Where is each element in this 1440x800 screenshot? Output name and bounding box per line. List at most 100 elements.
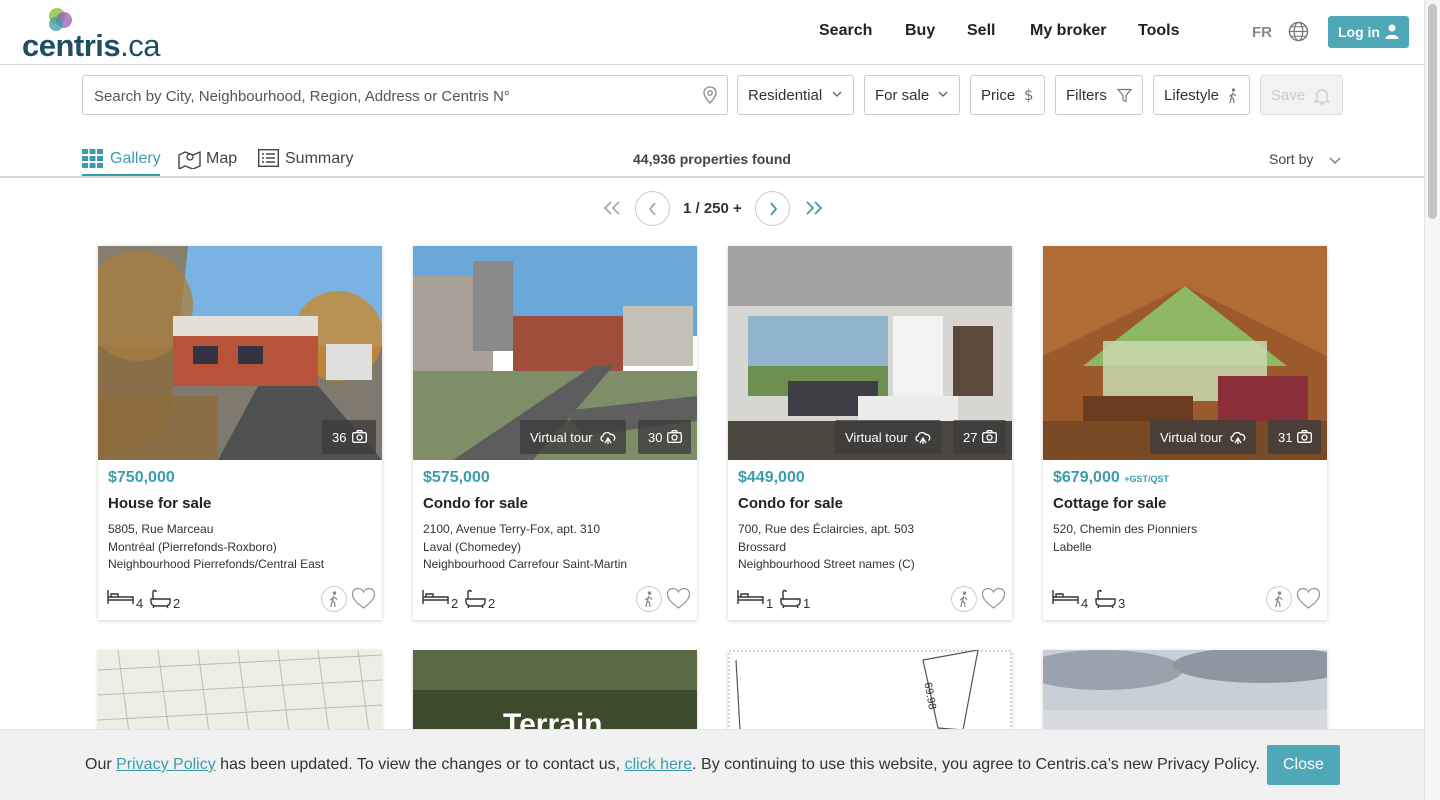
language-toggle[interactable]: FR <box>1252 24 1272 41</box>
bed-icon <box>422 590 449 604</box>
category-select[interactable]: Residential <box>737 75 854 115</box>
photo-count: 30 <box>648 430 663 445</box>
last-page-icon[interactable] <box>804 200 824 216</box>
bed-icon <box>107 590 134 604</box>
camera-icon <box>352 430 367 443</box>
tab-map[interactable]: Map <box>178 147 242 176</box>
svg-text:$: $ <box>1024 87 1034 103</box>
listing-address-line: 5805, Rue Marceau <box>108 522 214 536</box>
photo-count: 31 <box>1278 430 1293 445</box>
dollar-icon: $ <box>1024 87 1034 103</box>
walkability-button[interactable] <box>951 586 977 612</box>
photo-count-badge[interactable]: 30 <box>638 420 691 454</box>
nav-my-broker[interactable]: My broker <box>1030 22 1106 40</box>
listing-address-line: Neighbourhood Street names (C) <box>738 557 915 571</box>
privacy-banner: Our Privacy Policy has been updated. To … <box>0 729 1424 800</box>
nav-tools[interactable]: Tools <box>1138 22 1179 40</box>
close-banner-button[interactable]: Close <box>1267 745 1340 785</box>
map-icon <box>178 150 201 169</box>
listing-card[interactable]: 36 $750,000 House for sale 5805, Rue Mar… <box>98 246 382 620</box>
nav-sell[interactable]: Sell <box>967 22 995 40</box>
tab-map-label: Map <box>206 150 238 167</box>
heart-icon[interactable] <box>666 587 691 610</box>
cloud-tour-icon <box>915 431 931 444</box>
chevron-down-icon <box>832 91 842 97</box>
price-filter-button[interactable]: Price $ <box>970 75 1045 115</box>
first-page-icon[interactable] <box>602 200 622 216</box>
globe-icon[interactable] <box>1288 21 1309 42</box>
walker-icon <box>329 591 338 608</box>
listing-type: Condo for sale <box>423 495 529 512</box>
photo-count-badge[interactable]: 27 <box>953 420 1006 454</box>
lifestyle-label: Lifestyle <box>1164 87 1220 104</box>
virtual-tour-badge[interactable]: Virtual tour <box>835 420 941 454</box>
privacy-policy-link[interactable]: Privacy Policy <box>116 756 216 773</box>
listing-price: $679,000 +GST/QST <box>1053 469 1169 486</box>
heart-icon[interactable] <box>981 587 1006 610</box>
search-input[interactable]: Search by City, Neighbourhood, Region, A… <box>82 75 728 115</box>
gallery-grid-icon <box>82 149 103 168</box>
walkability-button[interactable] <box>636 586 662 612</box>
chevron-right-icon <box>770 202 778 216</box>
scrollbar-thumb[interactable] <box>1428 4 1437 219</box>
photo-count-badge[interactable]: 36 <box>322 420 376 454</box>
listing-type: Cottage for sale <box>1053 495 1167 512</box>
listing-address-line: Neighbourhood Carrefour Saint-Martin <box>423 557 628 571</box>
previous-page-button[interactable] <box>635 191 670 226</box>
photo-count-badge[interactable]: 31 <box>1268 420 1321 454</box>
walkability-button[interactable] <box>1266 586 1292 612</box>
tab-summary[interactable]: Summary <box>258 147 358 176</box>
listing-card[interactable]: Virtual tour 30 $575,000 Condo for sale … <box>413 246 697 620</box>
camera-icon <box>1297 430 1312 443</box>
user-icon <box>1385 24 1399 39</box>
chevron-down-icon <box>938 91 948 97</box>
cloud-tour-icon <box>1230 431 1246 444</box>
tab-summary-label: Summary <box>285 150 354 167</box>
listing-card[interactable]: Virtual tour 27 $449,000 Condo for sale … <box>728 246 1012 620</box>
listing-address-line: Laval (Chomedey) <box>423 540 522 554</box>
listing-address-line: Neighbourhood Pierrefonds/Central East <box>108 557 325 571</box>
listing-photo[interactable]: Virtual tour 30 <box>413 246 697 460</box>
walkability-button[interactable] <box>321 586 347 612</box>
virtual-tour-badge[interactable]: Virtual tour <box>520 420 626 454</box>
sort-by-dropdown[interactable]: Sort by <box>1269 151 1341 167</box>
lifestyle-button[interactable]: Lifestyle <box>1153 75 1250 115</box>
virtual-tour-label: Virtual tour <box>1160 430 1223 445</box>
filters-label: Filters <box>1066 87 1107 104</box>
tax-note: +GST/QST <box>1124 474 1169 484</box>
listing-card[interactable]: Virtual tour 31 $679,000 +GST/QST Cottag… <box>1043 246 1327 620</box>
listing-address-line: Labelle <box>1053 540 1092 554</box>
login-button[interactable]: Log in <box>1328 16 1409 48</box>
bath-icon <box>780 589 801 609</box>
logo-text: centris.ca <box>22 28 161 63</box>
click-here-link[interactable]: click here <box>625 756 693 773</box>
next-page-button[interactable] <box>755 191 790 226</box>
listing-photo[interactable]: Virtual tour 31 <box>1043 246 1327 460</box>
bed-icon <box>1052 590 1079 604</box>
nav-buy[interactable]: Buy <box>905 22 935 40</box>
results-count: 44,936 properties found <box>633 151 791 167</box>
centris-logo[interactable]: centris.ca <box>22 6 161 63</box>
listing-photo[interactable]: 36 <box>98 246 382 460</box>
heart-icon[interactable] <box>1296 587 1321 610</box>
login-label: Log in <box>1338 24 1380 40</box>
tab-gallery[interactable]: Gallery <box>82 147 161 176</box>
nav-search[interactable]: Search <box>819 22 872 40</box>
walker-icon <box>959 591 968 608</box>
page-scrollbar[interactable] <box>1424 0 1440 800</box>
listing-photo[interactable]: Virtual tour 27 <box>728 246 1012 460</box>
bath-icon <box>150 589 171 609</box>
site-header: centris.ca Search Buy Sell My broker Too… <box>0 0 1424 65</box>
walker-icon <box>1229 88 1237 104</box>
transaction-select[interactable]: For sale <box>864 75 960 115</box>
virtual-tour-badge[interactable]: Virtual tour <box>1150 420 1256 454</box>
listing-address-line: 700, Rue des Éclaircies, apt. 503 <box>738 522 915 536</box>
listing-price: $575,000 <box>423 469 490 486</box>
price-label: Price <box>981 87 1016 104</box>
virtual-tour-label: Virtual tour <box>845 430 908 445</box>
heart-icon[interactable] <box>351 587 376 610</box>
save-search-button[interactable]: Save <box>1260 75 1343 115</box>
bell-icon <box>1314 89 1330 105</box>
filters-button[interactable]: Filters <box>1055 75 1143 115</box>
chevron-left-icon <box>648 202 656 216</box>
